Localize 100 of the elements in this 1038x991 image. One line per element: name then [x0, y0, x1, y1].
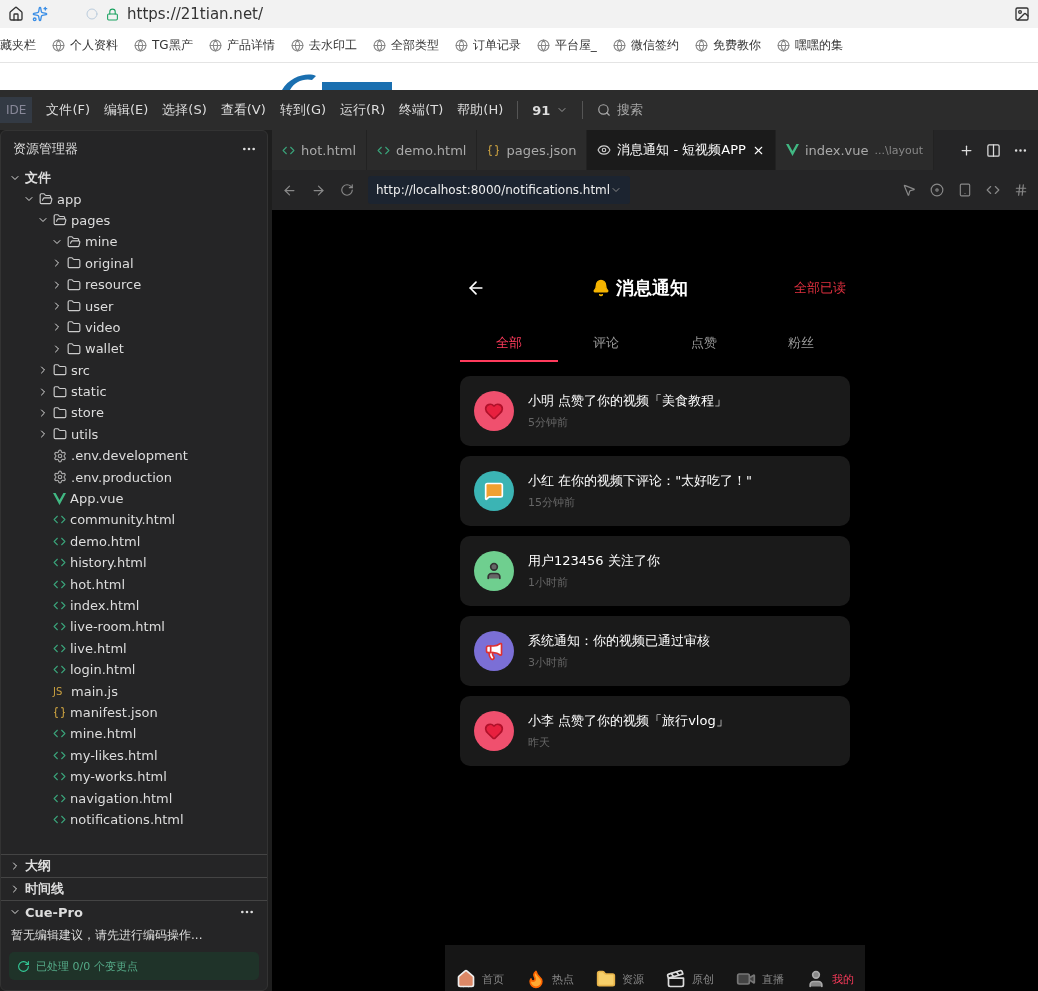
notification-card[interactable]: 系统通知：你的视频已通过审核 3小时前: [460, 616, 850, 686]
forward-icon[interactable]: [311, 182, 326, 198]
file-tree-item[interactable]: original: [1, 252, 267, 274]
gear-icon: [53, 448, 67, 463]
bookmark-link[interactable]: 免费教你: [694, 36, 761, 54]
bookmark-link[interactable]: 平台屋_: [536, 36, 597, 54]
back-icon[interactable]: [282, 182, 297, 198]
file-tree-item[interactable]: live.html: [1, 637, 267, 659]
bookmark-link[interactable]: 藏夹栏: [0, 36, 36, 54]
plus-icon[interactable]: [959, 142, 974, 158]
notification-card[interactable]: 小红 在你的视频下评论："太好吃了！" 15分钟前: [460, 456, 850, 526]
file-tree-item[interactable]: hot.html: [1, 573, 267, 595]
image-icon[interactable]: [1014, 6, 1030, 22]
nav-item[interactable]: 热点: [526, 969, 574, 989]
hash-icon[interactable]: [1014, 183, 1028, 197]
file-tree-item[interactable]: resource: [1, 273, 267, 296]
file-tree-item[interactable]: src: [1, 359, 267, 381]
file-tree-item[interactable]: index.html: [1, 594, 267, 617]
url-field[interactable]: http://localhost:8000/notifications.html: [368, 176, 631, 204]
folder-icon: [53, 406, 67, 420]
nav-item[interactable]: 原创: [666, 969, 714, 989]
bookmark-link[interactable]: 微信签约: [612, 36, 679, 54]
section-header[interactable]: 文件: [1, 167, 267, 189]
filter-tab[interactable]: 点赞: [655, 326, 753, 362]
notification-card[interactable]: 小李 点赞了你的视频「旅行vlog」 昨天: [460, 696, 850, 766]
mark-all-read-link[interactable]: 全部已读: [794, 279, 846, 297]
bookmark-link[interactable]: 个人资料: [52, 36, 118, 54]
file-tree-item[interactable]: mine.html: [1, 723, 267, 745]
file-tree-item[interactable]: static: [1, 380, 267, 403]
menu-item[interactable]: 帮助(H): [457, 101, 504, 119]
editor-tab[interactable]: index.vue ...\layout: [775, 130, 935, 170]
filter-tab[interactable]: 全部: [460, 326, 558, 362]
menu-item[interactable]: 转到(G): [279, 101, 327, 119]
globe-icon: [290, 38, 304, 52]
panel-header[interactable]: Cue-Pro: [1, 901, 83, 923]
bookmark-link[interactable]: 去水印工: [290, 36, 357, 54]
code-icon[interactable]: [986, 183, 1000, 197]
bookmark-link[interactable]: 嘿嘿的集: [776, 36, 843, 54]
editor-tab[interactable]: hot.html: [272, 130, 368, 170]
reload-icon[interactable]: [340, 183, 354, 197]
panel-header[interactable]: 时间线: [1, 877, 267, 900]
nav-item[interactable]: 直播: [736, 969, 784, 989]
file-tree-item[interactable]: mine: [1, 231, 267, 253]
file-tree-item[interactable]: navigation.html: [1, 787, 267, 809]
file-tree-item[interactable]: demo.html: [1, 530, 267, 553]
file-tree-item[interactable]: JS main.js: [1, 680, 267, 702]
globe-icon: [612, 38, 626, 52]
menu-item[interactable]: 运行(R): [340, 101, 386, 119]
bookmark-link[interactable]: TG黑产: [134, 36, 193, 54]
file-tree-item[interactable]: community.html: [1, 509, 267, 531]
editor-tab[interactable]: 消息通知 - 短视频APP: [587, 130, 776, 170]
file-tree-item[interactable]: video: [1, 316, 267, 339]
file-tree-item[interactable]: .env.development: [1, 445, 267, 467]
filter-tab[interactable]: 评论: [557, 326, 655, 362]
filter-tab[interactable]: 粉丝: [752, 326, 850, 362]
file-tree-item[interactable]: pages: [1, 209, 267, 232]
nav-item[interactable]: 首页: [456, 969, 504, 989]
file-tree-item[interactable]: wallet: [1, 338, 267, 360]
braces-icon: [487, 143, 501, 157]
notification-time: 1小时前: [528, 575, 569, 590]
file-tree-item[interactable]: store: [1, 402, 267, 424]
file-tree-item[interactable]: my-works.html: [1, 765, 267, 788]
file-tree-item[interactable]: .env.production: [1, 466, 267, 488]
search-field[interactable]: 搜索: [597, 101, 644, 119]
menu-item[interactable]: 编辑(E): [104, 101, 149, 119]
status-box: 已处理 0/0 个变更点: [9, 952, 259, 980]
nav-item[interactable]: 资源: [596, 969, 644, 989]
file-tree-item[interactable]: history.html: [1, 552, 267, 574]
file-tree-item[interactable]: notifications.html: [1, 808, 267, 831]
file-tree-item[interactable]: live-room.html: [1, 616, 267, 638]
file-tree-item[interactable]: user: [1, 295, 267, 317]
editor-tab[interactable]: pages.json: [477, 130, 588, 170]
ai-app-icon[interactable]: [32, 6, 48, 22]
notification-card[interactable]: 用户123456 关注了你 1小时前: [460, 536, 850, 606]
split-view-icon[interactable]: [986, 142, 1001, 158]
bookmark-link[interactable]: 产品详情: [208, 36, 275, 54]
counter-dropdown[interactable]: 91: [532, 102, 569, 118]
notification-card[interactable]: 小明 点赞了你的视频「美食教程」 5分钟前: [460, 376, 850, 446]
panel-header[interactable]: 大纲: [1, 854, 267, 877]
home-icon[interactable]: [8, 6, 24, 22]
file-tree-item[interactable]: my-likes.html: [1, 744, 267, 766]
globe-icon: [52, 38, 65, 52]
file-tree-item[interactable]: utils: [1, 423, 267, 446]
file-tree-item[interactable]: login.html: [1, 659, 267, 681]
menu-item[interactable]: 查看(V): [220, 101, 266, 119]
bookmark-link[interactable]: 订单记录: [454, 36, 521, 54]
device-icon[interactable]: [958, 183, 972, 197]
file-tree-item[interactable]: app: [1, 188, 267, 210]
menu-item[interactable]: 选择(S): [162, 101, 207, 119]
menu-item[interactable]: 终端(T): [399, 101, 444, 119]
notification-time: 3小时前: [528, 655, 569, 670]
bookmark-link[interactable]: 全部类型: [372, 36, 439, 54]
search-icon: [597, 103, 612, 117]
nav-item[interactable]: 我的: [806, 969, 854, 989]
file-tree-item[interactable]: manifest.json: [1, 701, 267, 724]
editor-tab[interactable]: demo.html: [367, 130, 478, 170]
file-tree-item[interactable]: App.vue: [1, 487, 267, 510]
disc-icon[interactable]: [930, 183, 944, 197]
menu-item[interactable]: 文件(F): [46, 101, 90, 119]
pointer-icon[interactable]: [902, 183, 916, 197]
